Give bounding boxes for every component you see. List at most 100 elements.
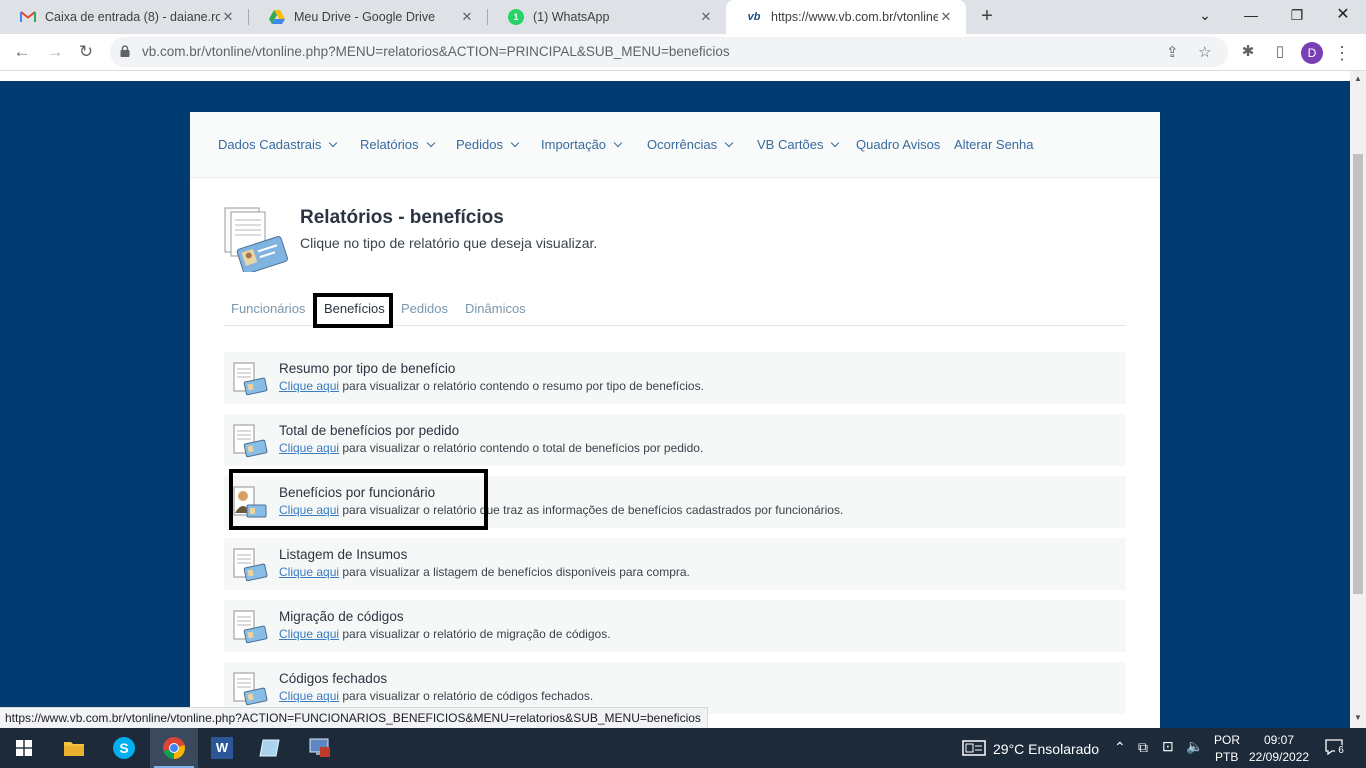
close-tab-icon[interactable]: ✕ (938, 9, 954, 25)
chevron-down-icon (426, 138, 435, 148)
report-title: Total de benefícios por pedido (279, 423, 460, 438)
close-window-button[interactable]: ✕ (1320, 0, 1366, 30)
skype-icon: S (113, 737, 135, 759)
lock-icon[interactable] (120, 45, 130, 57)
tab-google-drive[interactable]: Meu Drive - Google Drive ✕ (249, 0, 487, 34)
report-link[interactable]: Clique aqui (279, 627, 339, 641)
report-description: Clique aqui para visualizar o relatório … (279, 689, 593, 703)
tab-search-chevron-icon[interactable]: ⌄ (1182, 0, 1228, 30)
report-document-icon (233, 548, 268, 582)
nav-ocorrencias[interactable]: Ocorrências (647, 137, 734, 152)
browser-tabstrip: Caixa de entrada (8) - daiane.rod ✕ Meu … (0, 0, 1366, 34)
nav-label: Alterar Senha (954, 137, 1034, 152)
report-link[interactable]: Clique aqui (279, 565, 339, 579)
taskbar-app-notepad[interactable] (246, 728, 294, 768)
back-button[interactable]: ← (11, 41, 33, 63)
report-description: Clique aqui para visualizar o relatório … (279, 627, 611, 641)
report-description-text: para visualizar o relatório de códigos f… (339, 689, 594, 703)
new-tab-button[interactable]: + (976, 5, 998, 27)
nav-quadro-avisos[interactable]: Quadro Avisos (856, 137, 940, 152)
notification-count: 6 (1335, 745, 1347, 757)
tab-gmail[interactable]: Caixa de entrada (8) - daiane.rod ✕ (0, 0, 248, 34)
nav-alterar-senha[interactable]: Alterar Senha (954, 137, 1034, 152)
weather-text[interactable]: 29°C Ensolarado (993, 741, 1099, 757)
web-page: Dados Cadastrais Relatórios Pedidos Impo… (0, 71, 1350, 728)
url-text[interactable]: vb.com.br/vtonline/vtonline.php?MENU=rel… (142, 44, 730, 59)
tab-title: (1) WhatsApp (533, 10, 610, 24)
folder-icon (64, 742, 84, 756)
reports-header-icon (224, 207, 288, 272)
browser-menu-icon[interactable]: ⋮ (1332, 40, 1352, 66)
google-drive-icon (269, 9, 285, 25)
subtab-pedidos[interactable]: Pedidos (401, 301, 448, 316)
nav-pedidos[interactable]: Pedidos (456, 137, 520, 152)
report-description-text: para visualizar o relatório contendo o r… (339, 379, 704, 393)
reload-button[interactable]: ↻ (75, 41, 97, 63)
scroll-down-arrow-icon[interactable]: ▼ (1353, 713, 1363, 722)
forward-button[interactable]: → (44, 41, 66, 63)
windows-taskbar: S W 29°C Ensolarado ⌃ ⧉ ⊡ 🔈 POR PTB 09:0… (0, 728, 1366, 768)
nav-importacao[interactable]: Importação (541, 137, 623, 152)
nav-relatorios[interactable]: Relatórios (360, 137, 435, 152)
taskbar-word[interactable]: W (198, 728, 246, 768)
keyboard-layout-indicator[interactable]: PTB (1215, 750, 1238, 764)
top-navigation: Dados Cadastrais Relatórios Pedidos Impo… (190, 112, 1160, 178)
nav-vb-cartoes[interactable]: VB Cartões (757, 137, 840, 152)
side-panel-icon[interactable]: ▯ (1270, 42, 1290, 60)
tab-title: https://www.vb.com.br/vtonline/ (771, 10, 938, 24)
browser-toolbar: ← → ↻ vb.com.br/vtonline/vtonline.php?ME… (0, 34, 1366, 70)
scroll-up-arrow-icon[interactable]: ▲ (1353, 74, 1363, 83)
profile-avatar[interactable]: D (1301, 42, 1323, 64)
page-subtitle: Clique no tipo de relatório que deseja v… (300, 235, 598, 251)
report-link[interactable]: Clique aqui (279, 689, 339, 703)
subtab-dinamicos[interactable]: Dinâmicos (465, 301, 526, 316)
volume-icon[interactable]: 🔈 (1186, 738, 1203, 755)
page-scrollbar[interactable]: ▲ ▼ (1350, 71, 1366, 728)
close-tab-icon[interactable]: ✕ (459, 9, 475, 25)
report-link[interactable]: Clique aqui (279, 379, 339, 393)
taskbar-chrome[interactable] (150, 728, 198, 768)
nav-label: Importação (541, 137, 607, 152)
chevron-down-icon (510, 138, 520, 148)
report-document-icon (233, 610, 268, 644)
scrollbar-thumb[interactable] (1353, 154, 1363, 594)
page-title: Relatórios - benefícios (300, 207, 504, 228)
chevron-down-icon (724, 138, 734, 148)
taskbar-file-explorer[interactable] (50, 728, 98, 768)
remote-desktop-icon (309, 738, 330, 757)
tab-vb-active[interactable]: vb https://www.vb.com.br/vtonline/ ✕ (726, 0, 966, 34)
chevron-down-icon (831, 138, 840, 148)
main-container: Dados Cadastrais Relatórios Pedidos Impo… (190, 112, 1160, 728)
tray-app-icon[interactable]: ⧉ (1138, 739, 1148, 756)
vb-icon: vb (747, 11, 761, 23)
report-description-text: para visualizar a listagem de benefícios… (339, 565, 690, 579)
report-item-total-pedido: Total de benefícios por pedido Clique aq… (224, 414, 1126, 466)
restore-button[interactable]: ❐ (1274, 0, 1320, 30)
subtab-funcionarios[interactable]: Funcionários (231, 301, 305, 316)
tray-chevron-up-icon[interactable]: ⌃ (1114, 739, 1126, 756)
clock-time[interactable]: 09:07 (1264, 733, 1294, 747)
bookmark-star-icon[interactable]: ☆ (1198, 43, 1211, 61)
language-indicator[interactable]: POR (1214, 733, 1240, 747)
weather-icon[interactable] (962, 740, 986, 756)
close-tab-icon[interactable]: ✕ (698, 9, 714, 25)
nav-dados-cadastrais[interactable]: Dados Cadastrais (218, 137, 338, 152)
extensions-puzzle-icon[interactable]: ✱ (1238, 42, 1258, 60)
report-document-icon (233, 424, 268, 458)
whatsapp-icon: 1 (508, 9, 524, 25)
close-tab-icon[interactable]: ✕ (220, 9, 236, 25)
clock-date[interactable]: 22/09/2022 (1249, 750, 1309, 764)
nav-label: Relatórios (360, 137, 419, 152)
network-icon[interactable]: ⊡ (1162, 738, 1174, 755)
chrome-icon (163, 737, 185, 759)
start-button[interactable] (0, 728, 48, 768)
tab-whatsapp[interactable]: 1 (1) WhatsApp ✕ (488, 0, 726, 34)
address-bar[interactable]: vb.com.br/vtonline/vtonline.php?MENU=rel… (110, 37, 1228, 67)
taskbar-skype[interactable]: S (100, 728, 148, 768)
taskbar-app-remote[interactable] (296, 728, 344, 768)
report-link[interactable]: Clique aqui (279, 441, 339, 455)
chevron-down-icon (329, 138, 338, 148)
notification-center-icon[interactable]: 6 (1325, 739, 1347, 757)
share-icon[interactable]: ⇪ (1166, 43, 1179, 61)
minimize-button[interactable]: — (1228, 0, 1274, 30)
